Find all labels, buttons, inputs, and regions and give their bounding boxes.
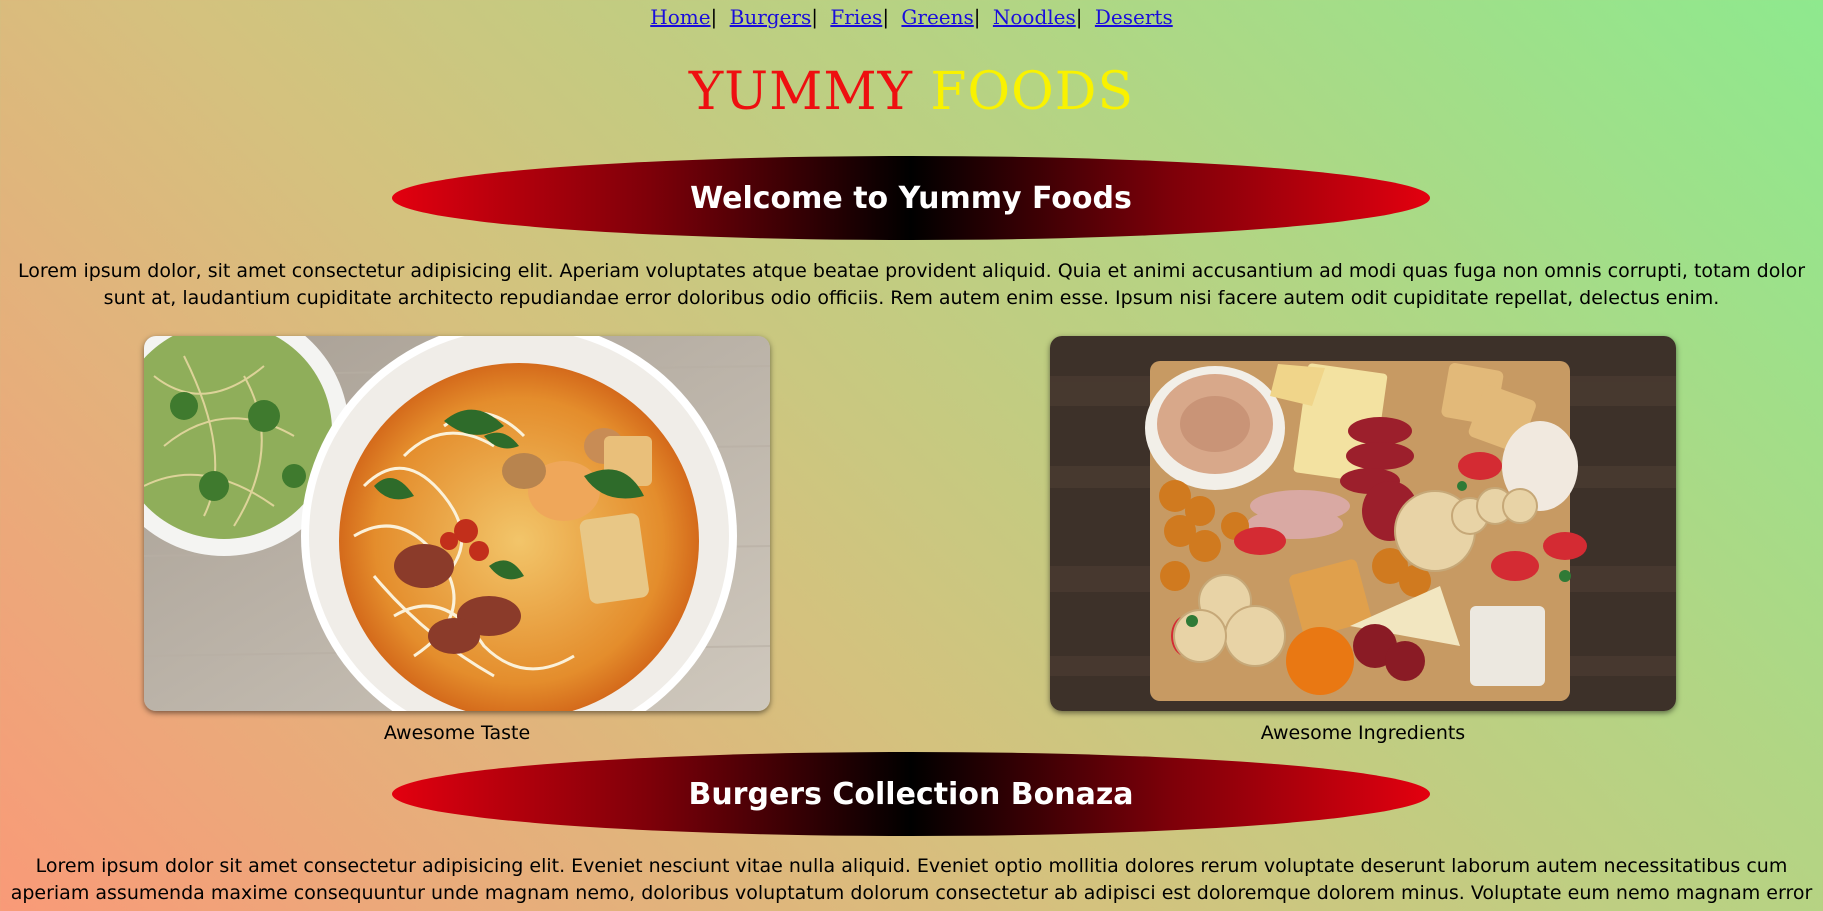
burgers-paragraph: Lorem ipsum dolor sit amet consectetur a…	[10, 855, 1813, 911]
nav-separator: |	[882, 5, 890, 29]
nav-link-fries[interactable]: Fries	[830, 5, 882, 29]
section-heading: Welcome to Yummy Foods	[690, 180, 1132, 216]
nav-separator: |	[710, 5, 718, 29]
nav-link-burgers[interactable]: Burgers	[730, 5, 812, 29]
section-heading: Burgers Collection Bonaza	[688, 776, 1134, 812]
section-banner-welcome: Welcome to Yummy Foods	[392, 156, 1430, 240]
intro-paragraph: Lorem ipsum dolor, sit amet consectetur …	[17, 260, 1806, 309]
logo-word-foods: FOODS	[930, 62, 1135, 122]
gallery-card-taste: Awesome Taste	[144, 336, 770, 745]
section-banner-burgers: Burgers Collection Bonaza	[392, 752, 1430, 836]
gallery-caption: Awesome Ingredients	[1260, 722, 1466, 744]
nav-link-noodles[interactable]: Noodles	[993, 5, 1076, 29]
nav-link-deserts[interactable]: Deserts	[1095, 5, 1173, 29]
nav-separator: |	[973, 5, 981, 29]
gallery-caption: Awesome Taste	[383, 722, 531, 744]
nav-separator: |	[1075, 5, 1083, 29]
nav-link-greens[interactable]: Greens	[901, 5, 973, 29]
site-logo: YUMMY FOODS	[0, 58, 1823, 126]
charcuterie-board-image	[1050, 336, 1676, 711]
noodle-soup-image	[144, 336, 770, 711]
logo-word-yummy: YUMMY	[688, 62, 913, 122]
top-nav: Home| Burgers| Fries| Greens| Noodles| D…	[0, 4, 1823, 30]
gallery-card-ingredients: Awesome Ingredients	[1050, 336, 1676, 745]
nav-link-home[interactable]: Home	[650, 5, 710, 29]
nav-separator: |	[811, 5, 819, 29]
